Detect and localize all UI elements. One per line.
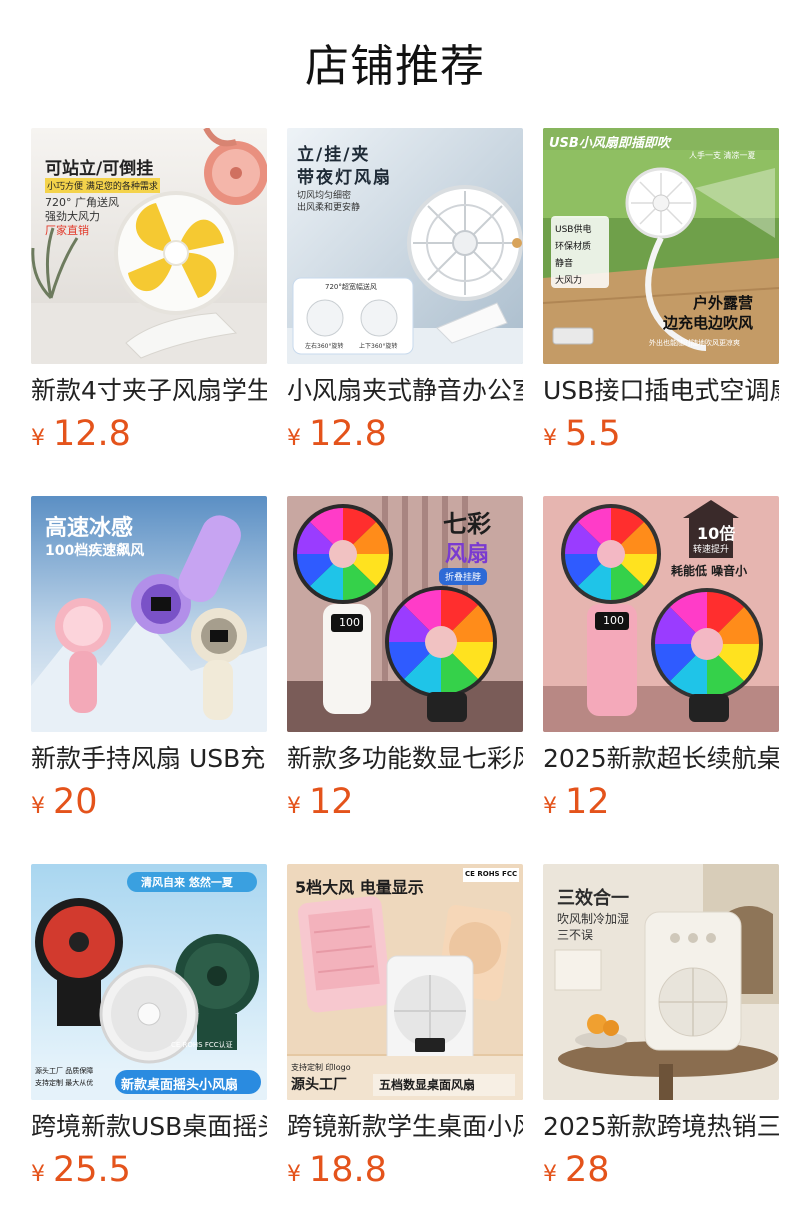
image-badge: CE ROHS FCC认证: [171, 1041, 233, 1049]
product-image[interactable]: 10倍 转速提升 耗能低 噪音小 100: [543, 496, 779, 732]
product-price: ¥20: [31, 782, 98, 822]
image-headline: 5档大风 电量显示: [295, 878, 424, 897]
product-name[interactable]: USB接口插电式空调扇: [543, 374, 779, 408]
image-tagline: 支持定制 最大从优: [35, 1079, 94, 1087]
product-name[interactable]: 2025新款超长续航桌面: [543, 742, 779, 776]
product-name[interactable]: 新款4寸夹子风扇学生: [31, 374, 267, 408]
image-headline: 源头工厂: [291, 1077, 347, 1093]
image-tagline: 耗能低 噪音小: [671, 564, 748, 578]
image-headline: 立/挂/夹: [297, 145, 371, 165]
image-headline: 户外露营: [693, 294, 754, 312]
image-headline: 七彩: [443, 510, 491, 538]
product-image[interactable]: 清风自来 悠然一夏 CE ROHS FCC认证 源头工厂 品质保障 支持定制 最…: [31, 864, 267, 1100]
price-value: 12.8: [309, 414, 387, 454]
product-name[interactable]: 新款手持风扇 USB充电: [31, 742, 267, 776]
image-badge: 720°超宽幅送风: [325, 283, 377, 291]
image-headline: 可站立/可倒挂: [45, 159, 154, 179]
image-badge: CE ROHS FCC: [465, 870, 518, 878]
image-feature: 厂家直销: [45, 224, 89, 237]
product-name[interactable]: 2025新款跨境热销三合一: [543, 1110, 779, 1144]
product-price: ¥12.8: [287, 414, 387, 454]
product-price: ¥12.8: [31, 414, 131, 454]
price-value: 28: [565, 1150, 610, 1190]
image-headline: 三效合一: [557, 888, 629, 909]
image-caption: 外出也能随时随地吹风更凉爽: [649, 339, 740, 347]
product-price: ¥28: [543, 1150, 610, 1190]
product-image[interactable]: 可站立/可倒挂 小巧方便 满足您的各种需求 720° 广角送风 强劲大风力 厂家…: [31, 128, 267, 364]
image-tagline: 100档疾速飙风: [45, 543, 145, 559]
currency-symbol: ¥: [543, 1162, 557, 1187]
image-display: 100: [339, 616, 360, 629]
product-name[interactable]: 新款多功能数显七彩风扇: [287, 742, 523, 776]
page-title: 店铺推荐: [305, 41, 485, 92]
image-headline: USB小风扇即插即吹: [549, 136, 670, 151]
image-tagline: 支持定制 印logo: [291, 1063, 351, 1072]
image-badge: 折叠挂脖: [439, 568, 488, 585]
image-tagline: 吹风制冷加湿: [557, 912, 630, 926]
price-value: 5.5: [565, 414, 621, 454]
price-value: 25.5: [53, 1150, 131, 1190]
product-image[interactable]: 5档大风 电量显示 CE ROHS FCC 支持定制 印logo 源头工厂 五档…: [287, 864, 523, 1100]
product-price: ¥12: [287, 782, 354, 822]
currency-symbol: ¥: [31, 1162, 45, 1187]
product-price: ¥18.8: [287, 1150, 387, 1190]
product-price: ¥12: [543, 782, 610, 822]
currency-symbol: ¥: [287, 794, 301, 819]
currency-symbol: ¥: [31, 426, 45, 451]
currency-symbol: ¥: [543, 794, 557, 819]
image-headline: 清风自来 悠然一夏: [141, 876, 233, 889]
image-headline: 带夜灯风扇: [297, 168, 392, 188]
image-feature: 静音: [555, 259, 574, 269]
price-value: 12: [565, 782, 610, 822]
image-tagline: 源头工厂 品质保障: [35, 1067, 94, 1075]
image-headline: 边充电边吹风: [663, 314, 754, 332]
image-tagline: 三不误: [557, 928, 594, 942]
image-tagline: 转速提升: [693, 545, 730, 555]
product-image[interactable]: 立/挂/夹 带夜灯风扇 切风均匀细密 出风柔和更安静 720°超宽幅送风 左右3…: [287, 128, 523, 364]
currency-symbol: ¥: [31, 794, 45, 819]
price-value: 12: [309, 782, 354, 822]
product-price: ¥25.5: [31, 1150, 131, 1190]
image-headline: 10倍: [697, 524, 736, 543]
price-value: 18.8: [309, 1150, 387, 1190]
currency-symbol: ¥: [287, 426, 301, 451]
product-name[interactable]: 小风扇夹式静音办公室: [287, 374, 523, 408]
product-image[interactable]: USB小风扇即插即吹 人手一支 清凉一夏 USB供电 环保材质 静音 大风力 户…: [543, 128, 779, 364]
image-tagline: 小巧方便 满足您的各种需求: [45, 178, 160, 193]
image-feature: USB供电: [555, 225, 592, 235]
image-caption: 左右360°旋转: [305, 343, 344, 350]
image-tagline: 人手一支 清凉一夏: [689, 151, 756, 160]
currency-symbol: ¥: [543, 426, 557, 451]
product-name[interactable]: 跨镜新款学生桌面小风扇: [287, 1110, 523, 1144]
image-feature: 大风力: [555, 276, 583, 286]
price-value: 12.8: [53, 414, 131, 454]
currency-symbol: ¥: [287, 1162, 301, 1187]
image-headline: 五档数显桌面风扇: [379, 1078, 476, 1092]
image-feature: 出风柔和更安静: [297, 203, 361, 213]
image-headline: 新款桌面摇头小风扇: [121, 1078, 239, 1093]
product-image[interactable]: 七彩 风扇 折叠挂脖 100: [287, 496, 523, 732]
product-name[interactable]: 跨境新款USB桌面摇头: [31, 1110, 267, 1144]
image-headline: 风扇: [445, 542, 490, 567]
image-feature: 环保材质: [555, 242, 592, 252]
product-price: ¥5.5: [543, 414, 621, 454]
price-value: 20: [53, 782, 98, 822]
image-headline: 高速冰感: [45, 516, 134, 541]
product-image[interactable]: 高速冰感 100档疾速飙风: [31, 496, 267, 732]
image-display: 100: [603, 614, 624, 627]
product-image[interactable]: 三效合一 吹风制冷加湿 三不误: [543, 864, 779, 1100]
image-caption: 上下360°旋转: [359, 343, 398, 350]
